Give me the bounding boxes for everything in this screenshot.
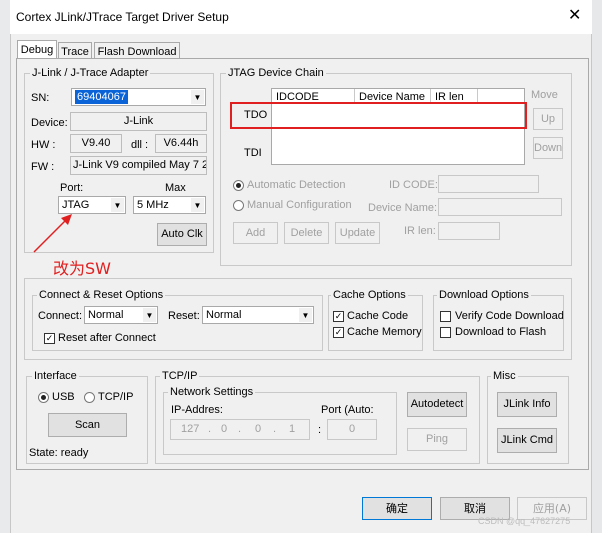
cache-memory-label: Cache Memory [347,326,422,338]
connect-reset-title: Connect & Reset Options [37,289,166,301]
ir-len-label: IR len: [404,225,436,237]
annotation-arrow-icon [33,214,72,253]
sn-select[interactable]: 69404067 ▼ [71,88,206,106]
hw-label: HW : [31,139,56,151]
device-value: J-Link [70,112,207,131]
reset-after-connect-label: Reset after Connect [58,332,156,344]
sn-label: SN: [31,92,50,104]
ip-dot: . [273,423,277,435]
cache-options-group [328,295,423,351]
ping-button[interactable]: Ping [407,428,467,451]
cache-code-label: Cache Code [347,310,409,322]
verify-download-label: Verify Code Download [455,310,564,322]
ip-octet-4: 1 [289,423,296,435]
cache-code-checkbox[interactable]: ✓ [333,311,344,322]
sn-value: 69404067 [75,90,128,104]
device-name-input[interactable] [438,198,562,216]
reset-label: Reset: [168,310,200,322]
max-label: Max [165,182,186,194]
auto-clk-button[interactable]: Auto Clk [157,223,207,246]
add-button[interactable]: Add [233,222,278,244]
chevron-down-icon: ▼ [191,90,204,104]
usb-radio[interactable] [38,392,49,403]
jtag-group-title: JTAG Device Chain [226,67,326,79]
col-divider [430,89,431,103]
reset-after-connect-checkbox[interactable]: ✓ [44,333,55,344]
auto-detect-radio[interactable] [233,180,244,191]
tdi-label: TDI [244,147,262,159]
cache-memory-checkbox[interactable]: ✓ [333,327,344,338]
interface-title: Interface [32,370,79,382]
ip-dot: . [238,423,242,435]
auto-detect-label: Automatic Detection [247,179,346,191]
ip-address-input[interactable]: 127 . 0 . 0 . 1 [170,419,310,440]
ok-button[interactable]: 确定 [362,497,432,520]
chevron-down-icon: ▼ [299,308,312,322]
hw-value: V9.40 [70,134,122,153]
max-clock-select[interactable]: 5 MHz ▼ [133,196,206,214]
ip-octet-1: 127 [181,423,200,435]
col-divider [354,89,355,103]
ir-len-input[interactable] [438,222,500,240]
cache-options-title: Cache Options [331,289,408,301]
port-auto-label: Port (Auto: [321,404,374,416]
misc-title: Misc [491,370,518,382]
tcpip-radio[interactable] [84,392,95,403]
manual-config-label: Manual Configuration [247,199,352,211]
device-label: Device: [31,117,68,129]
verify-download-checkbox[interactable] [440,311,451,322]
reset-value: Normal [206,309,242,321]
manual-config-radio[interactable] [233,200,244,211]
tab-debug[interactable]: Debug [17,40,57,60]
chevron-down-icon: ▼ [111,198,124,212]
tcp-port-input[interactable]: 0 [327,419,377,440]
state-label: State: ready [29,447,89,459]
watermark: CSDN @qq_47627275 [478,516,571,526]
dll-label: dll : [131,139,149,151]
download-to-flash-checkbox[interactable] [440,327,451,338]
port-label: Port: [60,182,84,194]
reset-select[interactable]: Normal ▼ [202,306,314,324]
device-name-label: Device Name: [368,202,438,214]
delete-button[interactable]: Delete [284,222,329,244]
annotation-text: 改为SW [53,259,111,278]
download-options-group [433,295,564,351]
ip-address-label: IP-Addres: [171,404,223,416]
chevron-down-icon: ▼ [191,198,204,212]
adapter-group-title: J-Link / J-Trace Adapter [30,67,151,79]
scan-button[interactable]: Scan [48,413,127,437]
move-up-button[interactable]: Up [533,108,563,130]
connect-select[interactable]: Normal ▼ [84,306,158,324]
col-divider [477,89,478,103]
autodetect-button[interactable]: Autodetect [407,392,467,417]
download-to-flash-label: Download to Flash [455,326,547,338]
ip-dot: . [208,423,212,435]
ip-octet-3: 0 [255,423,262,435]
window-title: Cortex JLink/JTrace Target Driver Setup [16,10,229,24]
update-button[interactable]: Update [335,222,380,244]
ip-octet-2: 0 [221,423,228,435]
dll-value: V6.44h [155,134,207,153]
jlink-info-button[interactable]: JLink Info [497,392,557,417]
chevron-down-icon: ▼ [143,308,156,322]
connect-value: Normal [88,309,124,321]
close-icon[interactable]: ✕ [568,8,581,24]
usb-label: USB [52,391,75,403]
connect-label: Connect: [38,310,83,322]
tcpip-label: TCP/IP [98,391,134,403]
move-down-button[interactable]: Down [533,137,563,159]
id-code-label: ID CODE: [389,179,438,191]
fw-label: FW : [31,161,55,173]
id-code-input[interactable] [438,175,539,193]
max-clock-value: 5 MHz [137,199,169,211]
download-options-title: Download Options [437,289,531,301]
fw-value: J-Link V9 compiled May 7 2 [70,156,207,175]
port-colon: : [318,424,322,436]
annotation-highlight-box [230,102,527,129]
move-label: Move [531,89,558,101]
network-settings-title: Network Settings [168,386,256,398]
jlink-cmd-button[interactable]: JLink Cmd [497,428,557,453]
tcpip-title: TCP/IP [160,370,200,382]
